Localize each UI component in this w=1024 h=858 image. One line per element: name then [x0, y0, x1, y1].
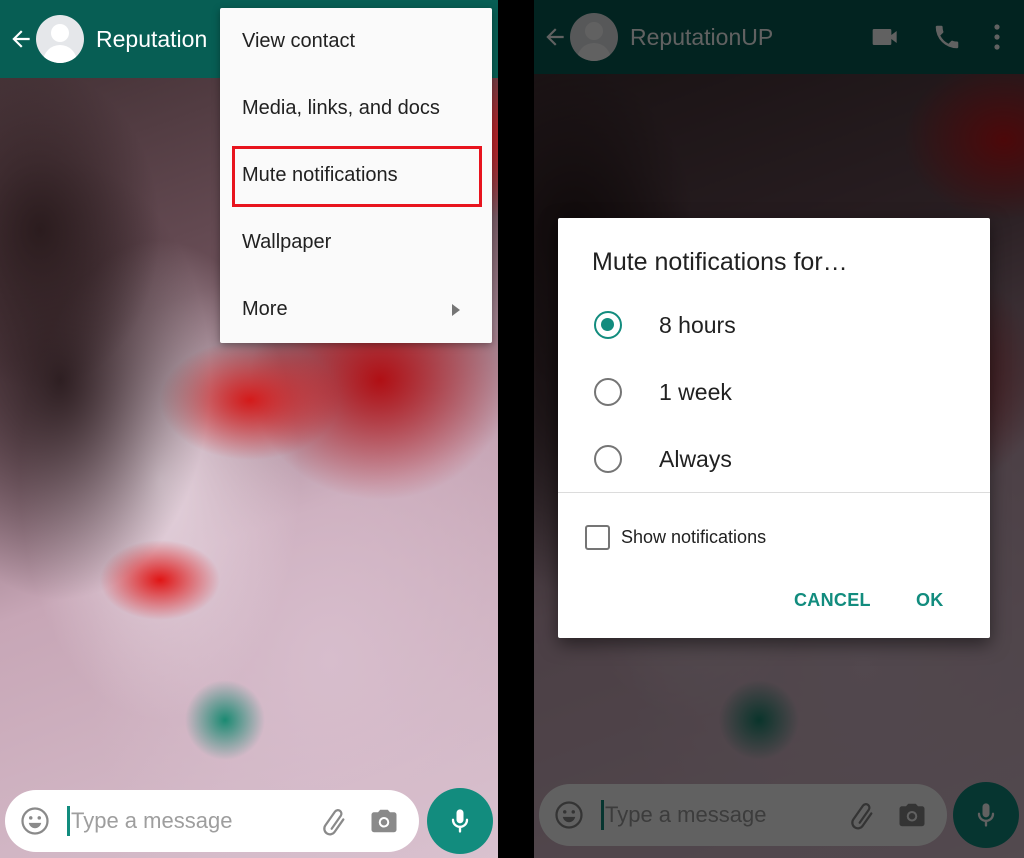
microphone-icon — [451, 809, 469, 833]
paperclip-icon — [323, 809, 345, 836]
submenu-arrow-icon — [452, 303, 460, 316]
menu-item-more[interactable]: More — [220, 276, 492, 343]
dialog-divider — [558, 492, 990, 493]
message-input-bar: Type a message — [5, 788, 493, 854]
menu-item-label: Wallpaper — [242, 231, 332, 253]
text-cursor — [67, 806, 70, 836]
camera-icon — [371, 809, 397, 833]
screen-left-chat: Reputation Type a message View contact M… — [0, 0, 498, 858]
option-label: 1 week — [659, 378, 732, 405]
overflow-menu: View contact Media, links, and docs Mute… — [220, 8, 492, 343]
option-label: 8 hours — [659, 311, 736, 338]
menu-item-mute-notifications[interactable]: Mute notifications — [220, 142, 492, 209]
menu-item-label: Media, links, and docs — [242, 97, 440, 119]
option-1-week[interactable]: 1 week — [594, 372, 732, 412]
option-label: Always — [659, 445, 732, 472]
voice-message-button[interactable] — [427, 788, 493, 854]
menu-item-view-contact[interactable]: View contact — [220, 8, 492, 75]
menu-item-media-links-docs[interactable]: Media, links, and docs — [220, 75, 492, 142]
emoji-button[interactable] — [19, 805, 51, 837]
radio-button[interactable] — [594, 378, 622, 406]
emoji-icon — [21, 807, 49, 835]
show-notifications-option[interactable]: Show notifications — [585, 525, 766, 550]
checkbox-label: Show notifications — [621, 527, 767, 547]
radio-button-selected[interactable] — [594, 311, 622, 339]
radio-button[interactable] — [594, 445, 622, 473]
option-8-hours[interactable]: 8 hours — [594, 305, 736, 345]
message-input[interactable]: Type a message — [5, 790, 419, 852]
show-notifications-checkbox[interactable] — [585, 525, 610, 550]
contact-avatar[interactable] — [36, 15, 84, 63]
screen-right-chat: ReputationUP Type a message Mute notif — [534, 0, 1024, 858]
menu-item-label: More — [242, 298, 288, 320]
option-always[interactable]: Always — [594, 439, 732, 479]
contact-name[interactable]: Reputation — [96, 26, 207, 53]
menu-item-wallpaper[interactable]: Wallpaper — [220, 209, 492, 276]
menu-item-label: View contact — [242, 30, 356, 52]
back-button[interactable] — [6, 24, 36, 54]
cancel-button[interactable]: CANCEL — [794, 590, 871, 611]
message-placeholder: Type a message — [71, 808, 233, 833]
menu-item-label: Mute notifications — [242, 164, 398, 186]
arrow-left-icon — [12, 30, 30, 48]
dialog-title: Mute notifications for… — [592, 248, 848, 276]
attach-button[interactable] — [319, 804, 353, 838]
camera-button[interactable] — [367, 804, 401, 838]
mute-notifications-dialog: Mute notifications for… 8 hours 1 week A… — [558, 218, 990, 638]
ok-button[interactable]: OK — [916, 590, 944, 611]
